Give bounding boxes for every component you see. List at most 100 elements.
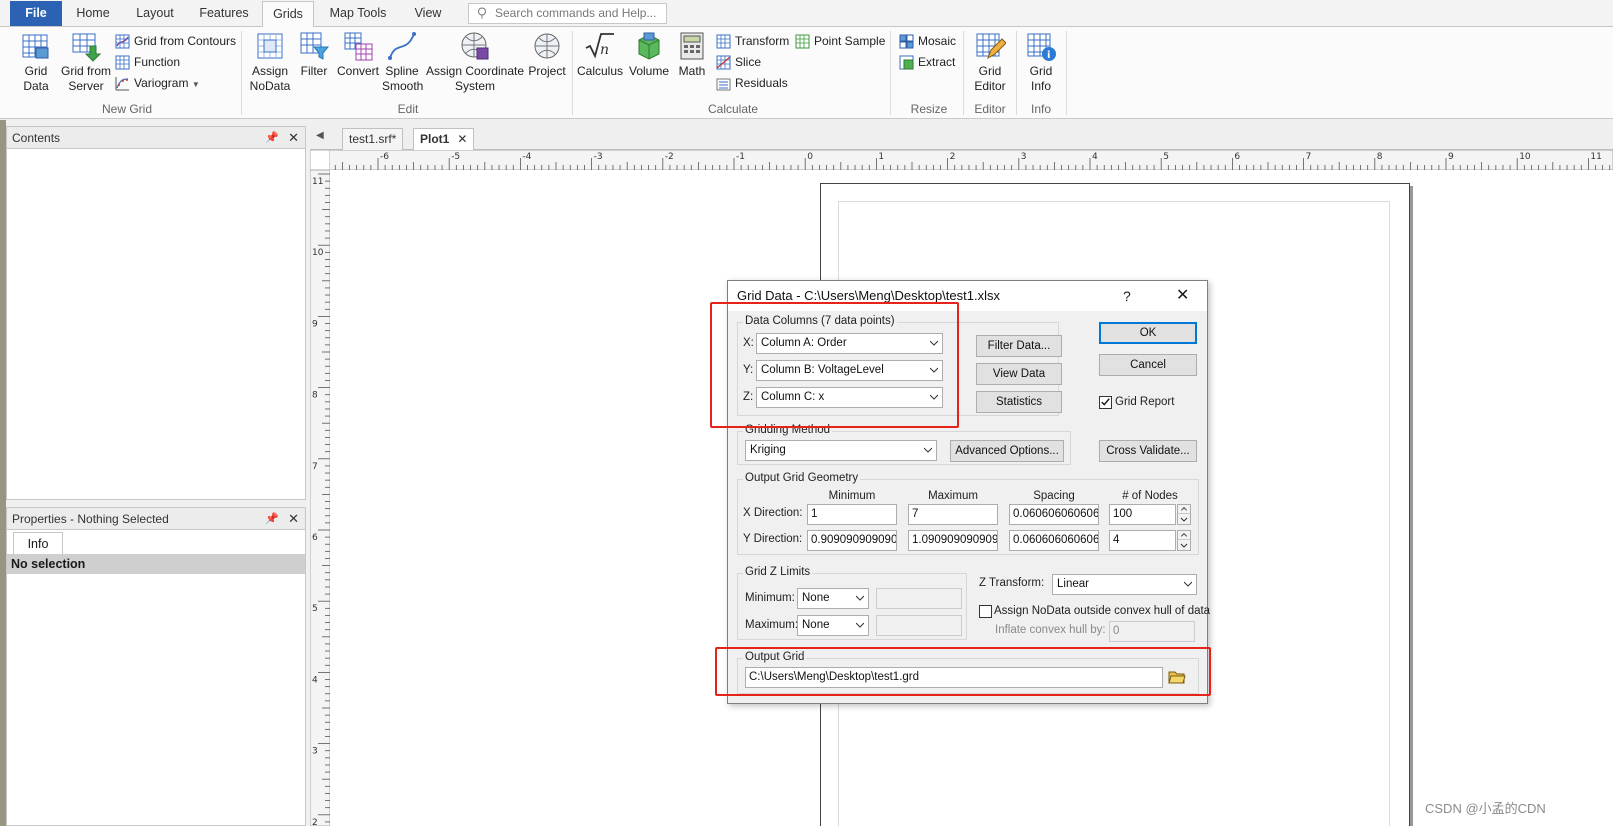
x-nodes-input[interactable]: 100 (1109, 504, 1176, 525)
x-column-select[interactable]: Column A: Order (756, 333, 943, 354)
open-folder-icon[interactable] (1168, 668, 1186, 686)
z-column-select[interactable]: Column C: x (756, 387, 943, 408)
close-icon[interactable]: ✕ (1176, 281, 1189, 311)
doc-tab-plot1[interactable]: Plot1 ✕ (413, 128, 475, 151)
chevron-down-icon (930, 394, 938, 400)
grid-from-server-button[interactable]: Grid from Server (58, 30, 114, 94)
extract-button[interactable]: Extract (899, 52, 955, 72)
output-grid-path-input[interactable]: C:\Users\Meng\Desktop\test1.grd (745, 667, 1163, 688)
x-spacing-input[interactable]: 0.0606060606060 (1009, 504, 1099, 525)
function-label: Function (134, 55, 181, 69)
chevron-down-icon (930, 340, 938, 346)
ribbon-tab-strip: File Home Layout Features Grids Map Tool… (0, 0, 1613, 28)
close-icon[interactable]: ✕ (288, 127, 299, 149)
ruler-label: -3 (594, 152, 603, 162)
cancel-button[interactable]: Cancel (1099, 354, 1197, 376)
z-minimum-value: None (802, 592, 830, 604)
tab-home[interactable]: Home (66, 0, 120, 27)
assign-nodata-icon (257, 33, 283, 59)
math-button[interactable]: Math (674, 30, 710, 79)
project-button[interactable]: Project (526, 30, 568, 79)
tab-layout[interactable]: Layout (126, 0, 184, 27)
mosaic-button[interactable]: Mosaic (899, 31, 956, 51)
spin-down-icon[interactable] (1178, 515, 1190, 524)
grid-info-button[interactable]: i Grid Info (1018, 30, 1064, 94)
grid-report-checkbox[interactable] (1099, 396, 1112, 409)
help-button[interactable]: ? (1123, 281, 1131, 311)
view-data-button[interactable]: View Data (976, 363, 1062, 385)
z-transform-label: Z Transform: (979, 577, 1045, 589)
grid-z-limits-legend: Grid Z Limits (743, 566, 813, 578)
data-columns-legend: Data Columns (7 data points) (743, 315, 897, 327)
slice-button[interactable]: Slice (716, 52, 761, 72)
calculus-label: Calculus (576, 64, 624, 78)
ok-button[interactable]: OK (1099, 322, 1197, 344)
extract-icon (899, 55, 914, 70)
filter-data-button[interactable]: Filter Data... (976, 335, 1062, 357)
point-sample-label: Point Sample (814, 34, 886, 48)
z-maximum-select[interactable]: None (797, 615, 869, 636)
x-nodes-spinner[interactable] (1177, 504, 1191, 525)
ribbon-separator (241, 31, 242, 115)
pin-icon[interactable]: 📌 (265, 508, 279, 530)
statistics-button[interactable]: Statistics (976, 391, 1062, 413)
assign-nodata-button[interactable]: Assign NoData (246, 30, 294, 94)
scroll-left-icon[interactable]: ◀ (316, 130, 324, 141)
calculus-button[interactable]: n Calculus (576, 30, 624, 79)
assign-coordinate-system-button[interactable]: Assign Coordinate System (424, 30, 526, 94)
y-max-input[interactable]: 1.0909090909090 (908, 530, 998, 551)
advanced-options-button[interactable]: Advanced Options... (950, 440, 1064, 462)
tab-file[interactable]: File (10, 1, 62, 26)
spin-up-icon[interactable] (1178, 505, 1190, 514)
residuals-button[interactable]: Residuals (716, 73, 788, 93)
pin-icon[interactable]: 📌 (265, 127, 279, 149)
tab-info[interactable]: Info (13, 532, 63, 554)
y-nodes-spinner[interactable] (1177, 530, 1191, 551)
gridding-method-select[interactable]: Kriging (745, 440, 937, 461)
volume-button[interactable]: Volume (626, 30, 672, 79)
properties-title: Properties - Nothing Selected (12, 512, 169, 526)
inflate-convex-hull-input: 0 (1109, 621, 1195, 642)
close-icon[interactable]: ✕ (457, 132, 467, 146)
tab-map-tools[interactable]: Map Tools (320, 0, 396, 27)
cross-validate-button[interactable]: Cross Validate... (1099, 440, 1197, 462)
ruler-label: 2 (312, 818, 318, 826)
x-max-input[interactable]: 7 (908, 504, 998, 525)
tab-view[interactable]: View (404, 0, 452, 27)
x-min-input[interactable]: 1 (807, 504, 897, 525)
y-column-select[interactable]: Column B: VoltageLevel (756, 360, 943, 381)
grid-from-contours-button[interactable]: Grid from Contours (115, 31, 236, 51)
doc-tab-test1-srf[interactable]: test1.srf* (342, 128, 404, 150)
convert-label: Convert (336, 64, 380, 78)
y-min-input[interactable]: 0.9090909090909 (807, 530, 897, 551)
grid-editor-button[interactable]: Grid Editor (966, 30, 1014, 94)
convert-button[interactable]: Convert (334, 30, 382, 79)
spin-down-icon[interactable] (1178, 541, 1190, 550)
tab-features[interactable]: Features (192, 0, 256, 27)
spline-smooth-button[interactable]: Spline Smooth (382, 30, 423, 94)
z-maximum-value: None (802, 619, 830, 631)
y-spacing-input[interactable]: 0.0606060606060 (1009, 530, 1099, 551)
y-column-value: Column B: VoltageLevel (761, 364, 884, 376)
z-minimum-select[interactable]: None (797, 588, 869, 609)
function-button[interactable]: Function (115, 52, 180, 72)
grid-data-button[interactable]: Grid Data (14, 30, 58, 94)
z-column-value: Column C: x (761, 391, 825, 403)
spin-up-icon[interactable] (1178, 531, 1190, 540)
svg-text:n: n (600, 42, 609, 58)
search-commands-input[interactable]: Search commands and Help... (468, 3, 667, 24)
assign-nodata-convex-hull-checkbox[interactable] (979, 605, 992, 618)
tab-grids[interactable]: Grids (262, 1, 314, 28)
project-globe-icon (534, 33, 560, 59)
lightbulb-icon (478, 7, 486, 19)
filter-button[interactable]: Filter (296, 30, 332, 79)
point-sample-button[interactable]: Point Sample (795, 31, 885, 51)
horizontal-ruler: -6 -5 -4 -3 -2 -1 0 1 2 3 4 5 6 7 8 9 10 11 (310, 150, 1613, 170)
close-icon[interactable]: ✕ (288, 508, 299, 530)
transform-button[interactable]: Transform (716, 31, 789, 51)
variogram-button[interactable]: Variogram ▼ (115, 73, 200, 93)
ribbon-separator (963, 31, 964, 115)
y-nodes-input[interactable]: 4 (1109, 530, 1176, 551)
z-transform-select[interactable]: Linear (1052, 574, 1197, 595)
contour-grid-icon (115, 34, 130, 49)
